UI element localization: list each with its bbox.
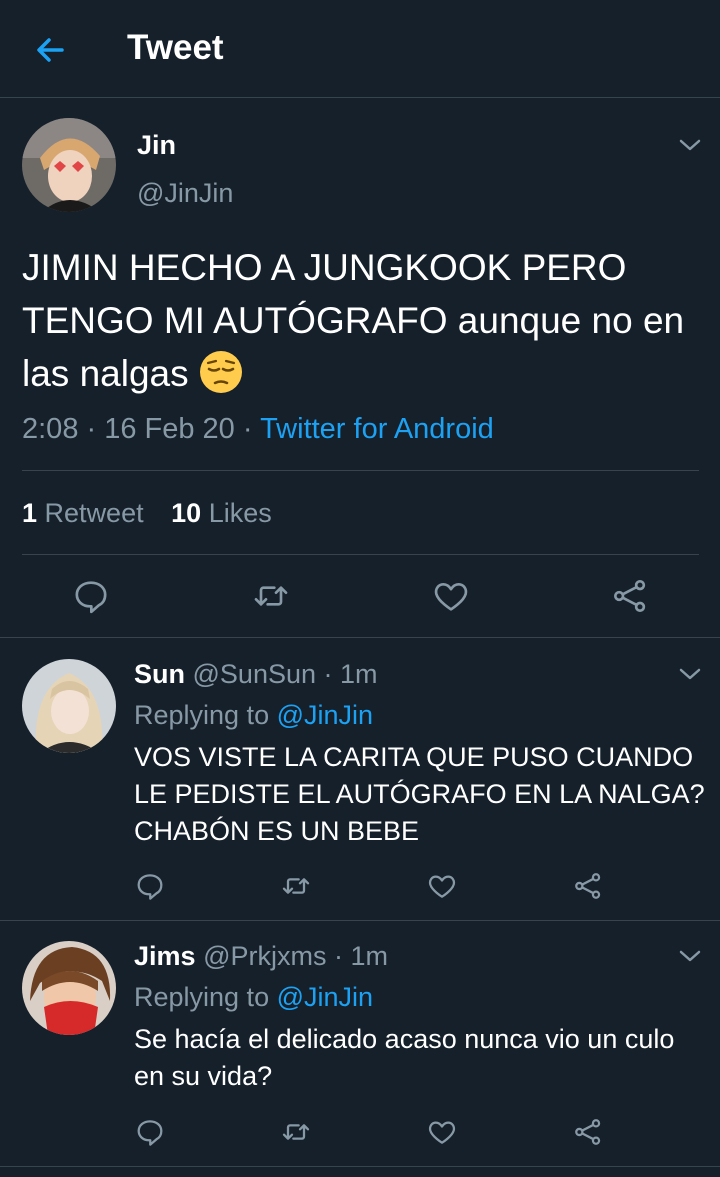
reply-author-name[interactable]: Jims: [134, 941, 196, 971]
reply-author-handle[interactable]: @Prkjxms: [203, 941, 326, 971]
reply-icon[interactable]: [134, 870, 166, 902]
like-icon[interactable]: [426, 1116, 458, 1148]
replying-to: Replying to @JinJin: [134, 700, 373, 731]
like-icon[interactable]: [426, 870, 458, 902]
reply-author-name[interactable]: Sun: [134, 659, 185, 689]
reply-icon[interactable]: [134, 1116, 166, 1148]
share-icon[interactable]: [572, 870, 604, 902]
author-name[interactable]: Jin: [137, 130, 176, 161]
page-title: Tweet: [127, 28, 224, 67]
chevron-down-icon[interactable]: [677, 947, 703, 965]
replying-to: Replying to @JinJin: [134, 982, 373, 1013]
reply-text: Se hacía el delicado acaso nunca vio un …: [134, 1024, 675, 1091]
reply-author-handle[interactable]: @SunSun: [193, 659, 317, 689]
author-handle[interactable]: @JinJin: [137, 178, 233, 209]
divider: [22, 470, 699, 471]
author-avatar[interactable]: [22, 118, 116, 212]
like-icon[interactable]: [431, 576, 471, 616]
reply-text: VOS VISTE LA CARITA QUE PUSO CUANDO LE P…: [134, 742, 705, 846]
retweets-label: Retweet: [44, 498, 144, 528]
replying-to-label: Replying to: [134, 700, 277, 730]
main-tweet: Jin @JinJin JIMIN HECHO A JUNGKOOK PERO …: [0, 98, 720, 638]
reply-icon[interactable]: [71, 576, 111, 616]
reply-tweet[interactable]: Jims @Prkjxms · 1m Replying to @JinJin S…: [0, 921, 720, 1167]
likes-label: Likes: [208, 498, 272, 528]
share-icon[interactable]: [610, 576, 650, 616]
tweet-timestamp: 2:08 · 16 Feb 20 ·: [22, 413, 261, 445]
reply-time: · 1m: [333, 941, 388, 971]
chevron-down-icon[interactable]: [677, 136, 703, 154]
retweets-stat[interactable]: 1 Retweet: [22, 498, 144, 528]
share-icon[interactable]: [572, 1116, 604, 1148]
tweet-stats: 1 Retweet 10 Likes: [22, 498, 292, 529]
tweet-source-link[interactable]: Twitter for Android: [260, 413, 494, 445]
likes-count: 10: [171, 498, 202, 528]
replying-to-handle-link[interactable]: @JinJin: [277, 982, 373, 1012]
replying-to-label: Replying to: [134, 982, 277, 1012]
reply-tweet[interactable]: Sun @SunSun · 1m Replying to @JinJin VOS…: [0, 639, 720, 921]
top-bar: Tweet: [0, 0, 720, 98]
back-arrow-icon[interactable]: [30, 30, 70, 70]
chevron-down-icon[interactable]: [677, 665, 703, 683]
tweet-meta: 2:08 · 16 Feb 20 · Twitter for Android: [22, 413, 494, 446]
replying-to-handle-link[interactable]: @JinJin: [277, 700, 373, 730]
retweet-icon[interactable]: [280, 1116, 312, 1148]
reply-avatar[interactable]: [22, 941, 116, 1035]
reply-avatar[interactable]: [22, 659, 116, 753]
pensive-face-emoji-icon: [199, 350, 243, 394]
likes-stat[interactable]: 10 Likes: [171, 498, 272, 528]
retweets-count: 1: [22, 498, 38, 528]
reply-time: · 1m: [323, 659, 378, 689]
retweet-icon[interactable]: [251, 576, 291, 616]
tweet-text-content: JIMIN HECHO A JUNGKOOK PERO TENGO MI AUT…: [22, 247, 685, 394]
reply-header: Jims @Prkjxms · 1m: [134, 941, 388, 972]
divider: [22, 554, 699, 555]
tweet-text: JIMIN HECHO A JUNGKOOK PERO TENGO MI AUT…: [22, 241, 702, 400]
reply-header: Sun @SunSun · 1m: [134, 659, 378, 690]
retweet-icon[interactable]: [280, 870, 312, 902]
